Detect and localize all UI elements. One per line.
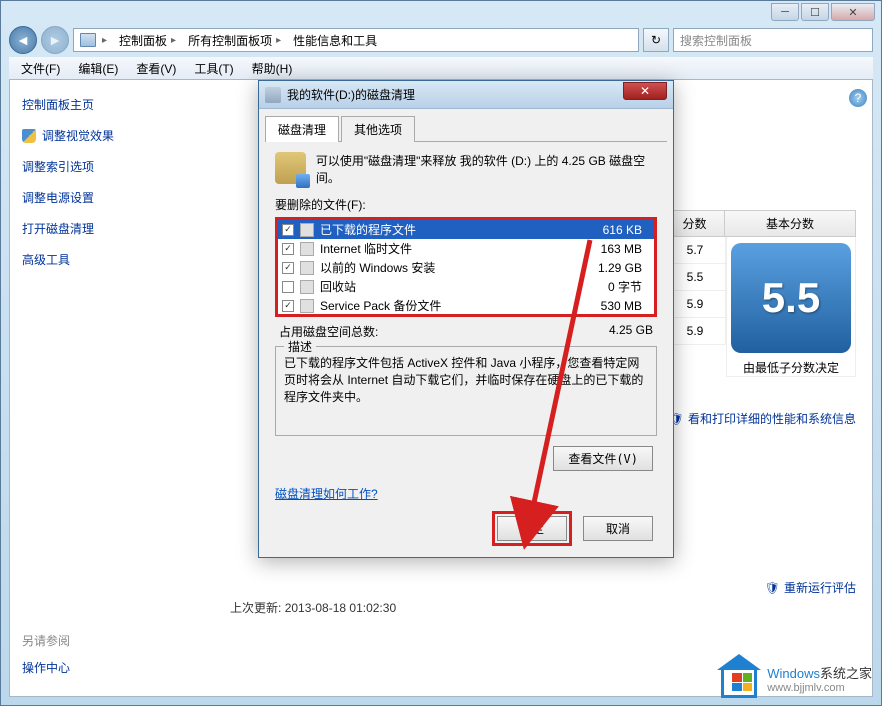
close-button[interactable]: ✕ <box>831 3 875 21</box>
file-size: 0 字节 <box>608 278 650 295</box>
disk-cleanup-dialog: 我的软件(D:)的磁盘清理 ✕ 磁盘清理 其他选项 可以使用"磁盘清理"来释放 … <box>258 80 674 558</box>
shield-icon <box>22 129 36 143</box>
watermark: Windows系统之家 www.bjjmlv.com <box>719 658 872 698</box>
file-size: 616 KB <box>603 223 650 237</box>
total-value: 4.25 GB <box>609 323 653 340</box>
menu-file[interactable]: 文件(F) <box>13 58 68 79</box>
file-list-item[interactable]: ✓ Internet 临时文件 163 MB <box>278 239 654 258</box>
subscore-value: 5.9 <box>665 291 725 317</box>
breadcrumb-item[interactable]: 性能信息和工具 <box>287 32 383 49</box>
subscore-value: 5.7 <box>665 237 725 263</box>
view-files-button[interactable]: 查看文件(V) <box>553 446 653 471</box>
computer-icon <box>80 33 96 47</box>
file-checkbox[interactable]: ✓ <box>282 224 294 236</box>
score-table: 分数 基本分数 5.7 5.5 5.9 5.9 5.5 由最低子分数决定 <box>664 210 856 377</box>
description-heading: 描述 <box>284 339 316 356</box>
file-size: 163 MB <box>601 242 650 256</box>
base-score-label: 由最低子分数决定 <box>727 359 855 376</box>
base-score-badge: 5.5 <box>731 243 851 353</box>
help-icon[interactable]: ? <box>849 89 867 107</box>
maximize-button[interactable]: ☐ <box>801 3 829 21</box>
file-name: Service Pack 备份文件 <box>320 297 595 314</box>
rerun-assessment-link[interactable]: 🛡重新运行评估 <box>765 579 856 596</box>
sidebar-home-link[interactable]: 控制面板主页 <box>22 96 218 113</box>
file-type-icon <box>300 299 314 313</box>
file-list[interactable]: ✓ 已下载的程序文件 616 KB ✓ Internet 临时文件 163 MB ✓ 以前的 … <box>275 217 657 317</box>
file-name: 以前的 Windows 安装 <box>320 259 592 276</box>
file-type-icon <box>300 242 314 256</box>
file-checkbox[interactable]: ✓ <box>282 262 294 274</box>
sidebar-link-disk[interactable]: 打开磁盘清理 <box>22 220 218 237</box>
address-bar[interactable]: ▸ 控制面板▸ 所有控制面板项▸ 性能信息和工具 <box>73 28 639 52</box>
menu-view[interactable]: 查看(V) <box>128 58 184 79</box>
file-size: 1.29 GB <box>598 261 650 275</box>
back-button[interactable]: ◄ <box>9 26 37 54</box>
sidebar: 控制面板主页 调整视觉效果 调整索引选项 调整电源设置 打开磁盘清理 高级工具 … <box>10 80 230 696</box>
navigation-bar: ◄ ► ▸ 控制面板▸ 所有控制面板项▸ 性能信息和工具 ↻ 搜索控制面板 <box>9 25 873 55</box>
refresh-button[interactable]: ↻ <box>643 28 669 52</box>
how-does-it-work-link[interactable]: 磁盘清理如何工作? <box>265 471 667 502</box>
tab-disk-cleanup[interactable]: 磁盘清理 <box>265 116 339 142</box>
dialog-close-button[interactable]: ✕ <box>623 82 667 100</box>
sidebar-link-visual[interactable]: 调整视觉效果 <box>22 127 218 144</box>
basescore-header: 基本分数 <box>725 211 855 236</box>
cancel-button[interactable]: 取消 <box>583 516 653 541</box>
minimize-button[interactable]: ─ <box>771 3 799 21</box>
file-name: Internet 临时文件 <box>320 240 595 257</box>
dialog-info: 可以使用"磁盘清理"来释放 我的软件 (D:) 上的 4.25 GB 磁盘空间。 <box>265 152 667 196</box>
file-list-item[interactable]: 回收站 0 字节 <box>278 277 654 296</box>
file-list-item[interactable]: ✓ Service Pack 备份文件 530 MB <box>278 296 654 315</box>
sidebar-link-advanced[interactable]: 高级工具 <box>22 251 218 268</box>
cleanup-title-icon <box>265 87 281 103</box>
file-checkbox[interactable] <box>282 281 294 293</box>
description-box: 描述 已下载的程序文件包括 ActiveX 控件和 Java 小程序，您查看特定… <box>275 346 657 436</box>
files-to-delete-label: 要删除的文件(F): <box>265 196 667 217</box>
breadcrumb-item[interactable]: 控制面板▸ <box>113 32 182 49</box>
file-name: 回收站 <box>320 278 602 295</box>
file-list-item[interactable]: ✓ 以前的 Windows 安装 1.29 GB <box>278 258 654 277</box>
watermark-text: Windows系统之家 www.bjjmlv.com <box>767 663 872 694</box>
file-type-icon <box>300 280 314 294</box>
menu-tools[interactable]: 工具(T) <box>186 58 241 79</box>
total-row: 占用磁盘空间总数: 4.25 GB <box>265 317 667 346</box>
subscore-header: 分数 <box>665 211 725 236</box>
subscore-value: 5.9 <box>665 318 725 344</box>
dialog-titlebar[interactable]: 我的软件(D:)的磁盘清理 ✕ <box>259 81 673 109</box>
sidebar-footer: 另请参阅 操作中心 <box>22 632 70 676</box>
menu-help[interactable]: 帮助(H) <box>244 58 301 79</box>
dialog-button-row: 确定 取消 <box>265 502 667 551</box>
see-also-heading: 另请参阅 <box>22 632 70 649</box>
file-checkbox[interactable]: ✓ <box>282 243 294 255</box>
window-controls: ─ ☐ ✕ <box>771 3 875 21</box>
cleanup-icon <box>275 152 306 184</box>
file-list-item[interactable]: ✓ 已下载的程序文件 616 KB <box>278 220 654 239</box>
dialog-body: 磁盘清理 其他选项 可以使用"磁盘清理"来释放 我的软件 (D:) 上的 4.2… <box>259 109 673 557</box>
action-center-link[interactable]: 操作中心 <box>22 659 70 676</box>
last-update-text: 上次更新: 2013-08-18 01:02:30 <box>230 599 396 616</box>
file-size: 530 MB <box>601 299 650 313</box>
menu-bar: 文件(F) 编辑(E) 查看(V) 工具(T) 帮助(H) <box>9 57 873 79</box>
sidebar-link-index[interactable]: 调整索引选项 <box>22 158 218 175</box>
tab-strip: 磁盘清理 其他选项 <box>265 115 667 142</box>
subscore-value: 5.5 <box>665 264 725 290</box>
detail-info-link[interactable]: 🛡看和打印详细的性能和系统信息 <box>669 410 856 427</box>
menu-edit[interactable]: 编辑(E) <box>70 58 126 79</box>
forward-button[interactable]: ► <box>41 26 69 54</box>
search-input[interactable]: 搜索控制面板 <box>673 28 873 52</box>
file-type-icon <box>300 223 314 237</box>
file-checkbox[interactable]: ✓ <box>282 300 294 312</box>
watermark-logo-icon <box>719 658 759 698</box>
description-text: 已下载的程序文件包括 ActiveX 控件和 Java 小程序，您查看特定网页时… <box>284 355 648 405</box>
total-label: 占用磁盘空间总数: <box>279 323 378 340</box>
breadcrumb-item[interactable]: 所有控制面板项▸ <box>182 32 287 49</box>
tab-more-options[interactable]: 其他选项 <box>341 116 415 142</box>
file-name: 已下载的程序文件 <box>320 221 597 238</box>
sidebar-link-power[interactable]: 调整电源设置 <box>22 189 218 206</box>
breadcrumb-root[interactable]: ▸ <box>74 33 113 47</box>
info-text: 可以使用"磁盘清理"来释放 我的软件 (D:) 上的 4.25 GB 磁盘空间。 <box>316 152 657 186</box>
file-type-icon <box>300 261 314 275</box>
dialog-title: 我的软件(D:)的磁盘清理 <box>287 86 623 103</box>
ok-button[interactable]: 确定 <box>497 516 567 541</box>
